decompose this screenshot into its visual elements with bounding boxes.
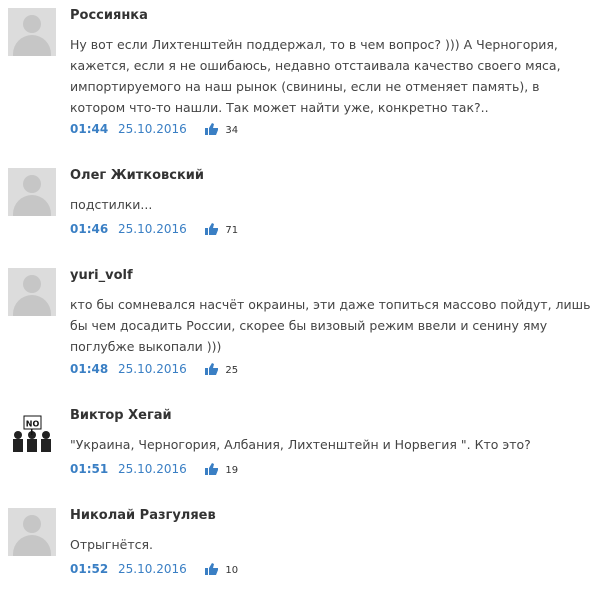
user-avatar-icon[interactable] [8,508,56,556]
comment-time[interactable]: 01:44 [70,122,108,136]
comment-meta: 01:44 25.10.2016 34 [70,122,238,138]
like-count: 25 [225,365,239,376]
comment-text: Отрыгнётся. [70,537,154,552]
like-count: 71 [225,225,239,236]
thumbs-up-icon[interactable] [204,123,219,138]
comment-date: 25.10.2016 [118,122,187,136]
comment-time[interactable]: 01:51 [70,462,108,476]
comment-text: Ну вот если Лихтенштейн поддержал, то в … [70,37,561,115]
comment-time[interactable]: 01:52 [70,562,108,576]
like-count: 10 [225,565,239,576]
comment-text: "Украина, Черногория, Албания, Лихтенште… [70,437,531,452]
comment-text: подстилки... [70,197,153,212]
comment-meta: 01:48 25.10.2016 25 [70,362,238,378]
user-avatar-icon[interactable] [8,8,56,56]
user-avatar-icon[interactable] [8,268,56,316]
comment-date: 25.10.2016 [118,462,187,476]
comment-meta: 01:46 25.10.2016 71 [70,222,238,238]
comment-author[interactable]: Николай Разгуляев [70,508,216,523]
comment-time[interactable]: 01:48 [70,362,108,376]
comment-time[interactable]: 01:46 [70,222,108,236]
like-count: 34 [225,125,239,136]
thumbs-up-icon[interactable] [204,223,219,238]
like-count: 19 [225,465,239,476]
user-photo-avatar[interactable]: NO [8,408,56,456]
comment-author[interactable]: yuri_volf [70,268,133,283]
thumbs-up-icon[interactable] [204,563,219,578]
comment-author[interactable]: Виктор Хегай [70,408,172,423]
comment-meta: 01:51 25.10.2016 19 [70,462,238,478]
comment-date: 25.10.2016 [118,362,187,376]
thumbs-up-icon[interactable] [204,463,219,478]
custom-photo-avatar-icon: NO [8,408,56,456]
avatar-sign-text: NO [26,420,40,429]
comment-text: кто бы сомневался насчёт окраины, эти да… [70,297,591,354]
comment-date: 25.10.2016 [118,562,187,576]
comment-author[interactable]: Олег Житковский [70,168,204,183]
comment-meta: 01:52 25.10.2016 10 [70,562,238,578]
user-avatar-icon[interactable] [8,168,56,216]
thumbs-up-icon[interactable] [204,363,219,378]
comment-date: 25.10.2016 [118,222,187,236]
comment-author[interactable]: Россиянка [70,8,148,23]
